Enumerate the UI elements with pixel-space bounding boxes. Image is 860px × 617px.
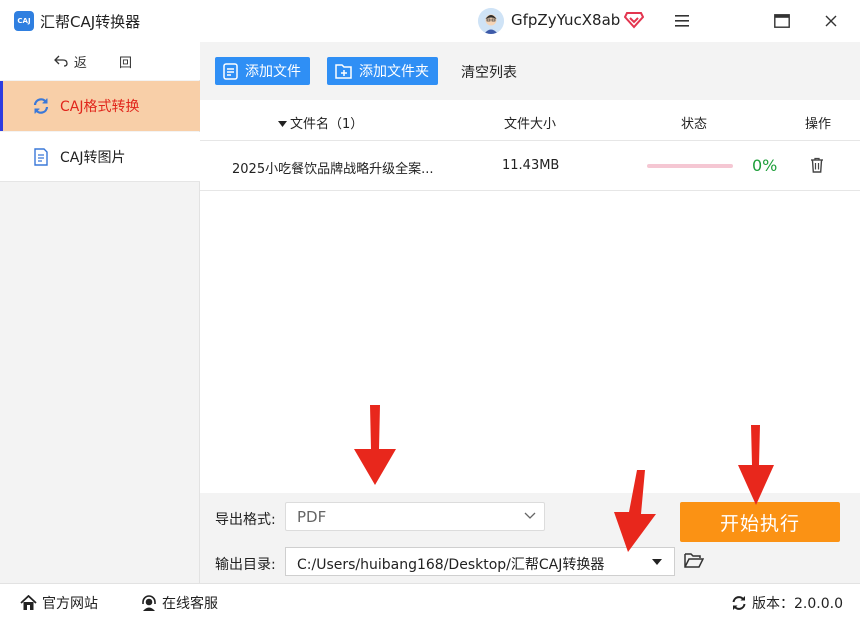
update-icon — [732, 596, 746, 610]
add-file-icon — [223, 62, 238, 80]
home-icon — [20, 595, 37, 610]
support-label: 在线客服 — [162, 596, 218, 612]
file-size-cell: 11.43MB — [502, 158, 560, 173]
username[interactable]: GfpZyYucX8ab — [511, 11, 620, 29]
vip-diamond-icon[interactable] — [623, 11, 645, 29]
sidebar-divider — [0, 181, 200, 182]
sidebar-item-caj-convert[interactable]: CAJ格式转换 — [0, 81, 200, 131]
red-arrow-down-icon — [614, 470, 656, 552]
menu-icon[interactable] — [669, 8, 695, 34]
close-icon[interactable] — [818, 8, 844, 34]
trash-icon[interactable] — [810, 157, 824, 177]
website-link[interactable]: 官方网站 — [20, 593, 98, 613]
footer: 官方网站 在线客服 版本：2.0.0.0 — [0, 583, 860, 617]
document-icon — [32, 148, 50, 166]
output-settings: 导出格式: PDF 输出目录: C:/Users/huibang168/Desk… — [200, 493, 860, 583]
version-label: 版本：2.0.0.0 — [752, 596, 843, 612]
back-icon — [54, 55, 68, 67]
column-status-header: 状态 — [681, 117, 708, 132]
caj-logo-icon: CAJ — [14, 11, 34, 31]
dir-label: 输出目录: — [215, 557, 276, 573]
folder-open-icon[interactable] — [684, 552, 705, 572]
format-label: 导出格式: — [215, 512, 276, 528]
output-dir-value: C:/Users/huibang168/Desktop/汇帮CAJ转换器 — [297, 557, 605, 573]
sidebar: 返 回 CAJ格式转换 CAJ转图片 — [0, 42, 200, 583]
format-select[interactable]: PDF — [285, 502, 545, 531]
sidebar-item-label: CAJ转图片 — [60, 150, 126, 166]
add-file-label: 添加文件 — [245, 64, 301, 80]
sidebar-item-label: CAJ格式转换 — [60, 99, 140, 115]
app-title: 汇帮CAJ转换器 — [40, 13, 141, 31]
file-name-cell: 2025小吃餐饮品牌战略升级全案... — [232, 162, 434, 177]
title-bar: CAJ 汇帮CAJ转换器 GfpZyYucX8ab — [0, 0, 860, 42]
chevron-down-icon — [524, 512, 536, 519]
red-arrow-down-icon — [738, 425, 774, 505]
add-folder-icon — [335, 64, 352, 79]
website-label: 官方网站 — [42, 596, 98, 612]
start-button[interactable]: 开始执行 — [680, 502, 840, 542]
headset-icon — [142, 595, 156, 611]
progress-bar — [647, 164, 733, 168]
maximize-icon[interactable] — [769, 8, 795, 34]
sort-down-icon — [278, 121, 287, 127]
sidebar-item-caj-to-image[interactable]: CAJ转图片 — [0, 132, 200, 182]
column-action-header: 操作 — [805, 117, 832, 132]
add-file-button[interactable]: 添加文件 — [215, 57, 310, 85]
add-folder-label: 添加文件夹 — [359, 64, 429, 80]
dropdown-caret-icon — [652, 559, 662, 565]
file-table-header: 文件名（1） 文件大小 状态 操作 — [200, 100, 860, 141]
progress-percent: 0% — [752, 156, 778, 175]
back-button[interactable]: 返 回 — [0, 42, 200, 80]
toolbar: 添加文件 添加文件夹 清空列表 — [200, 42, 860, 100]
red-arrow-down-icon — [354, 405, 396, 485]
format-value: PDF — [297, 508, 327, 526]
table-row[interactable]: 2025小吃餐饮品牌战略升级全案... 11.43MB 0% — [200, 141, 860, 191]
column-name-header[interactable]: 文件名（1） — [278, 113, 363, 132]
column-size-header: 文件大小 — [504, 117, 557, 132]
support-link[interactable]: 在线客服 — [141, 593, 218, 613]
clear-list-button[interactable]: 清空列表 — [461, 62, 517, 82]
refresh-icon — [32, 97, 50, 115]
version-info[interactable]: 版本：2.0.0.0 — [731, 593, 843, 613]
add-folder-button[interactable]: 添加文件夹 — [327, 57, 438, 85]
avatar-icon[interactable] — [478, 8, 504, 34]
back-label: 返 回 — [73, 55, 147, 71]
